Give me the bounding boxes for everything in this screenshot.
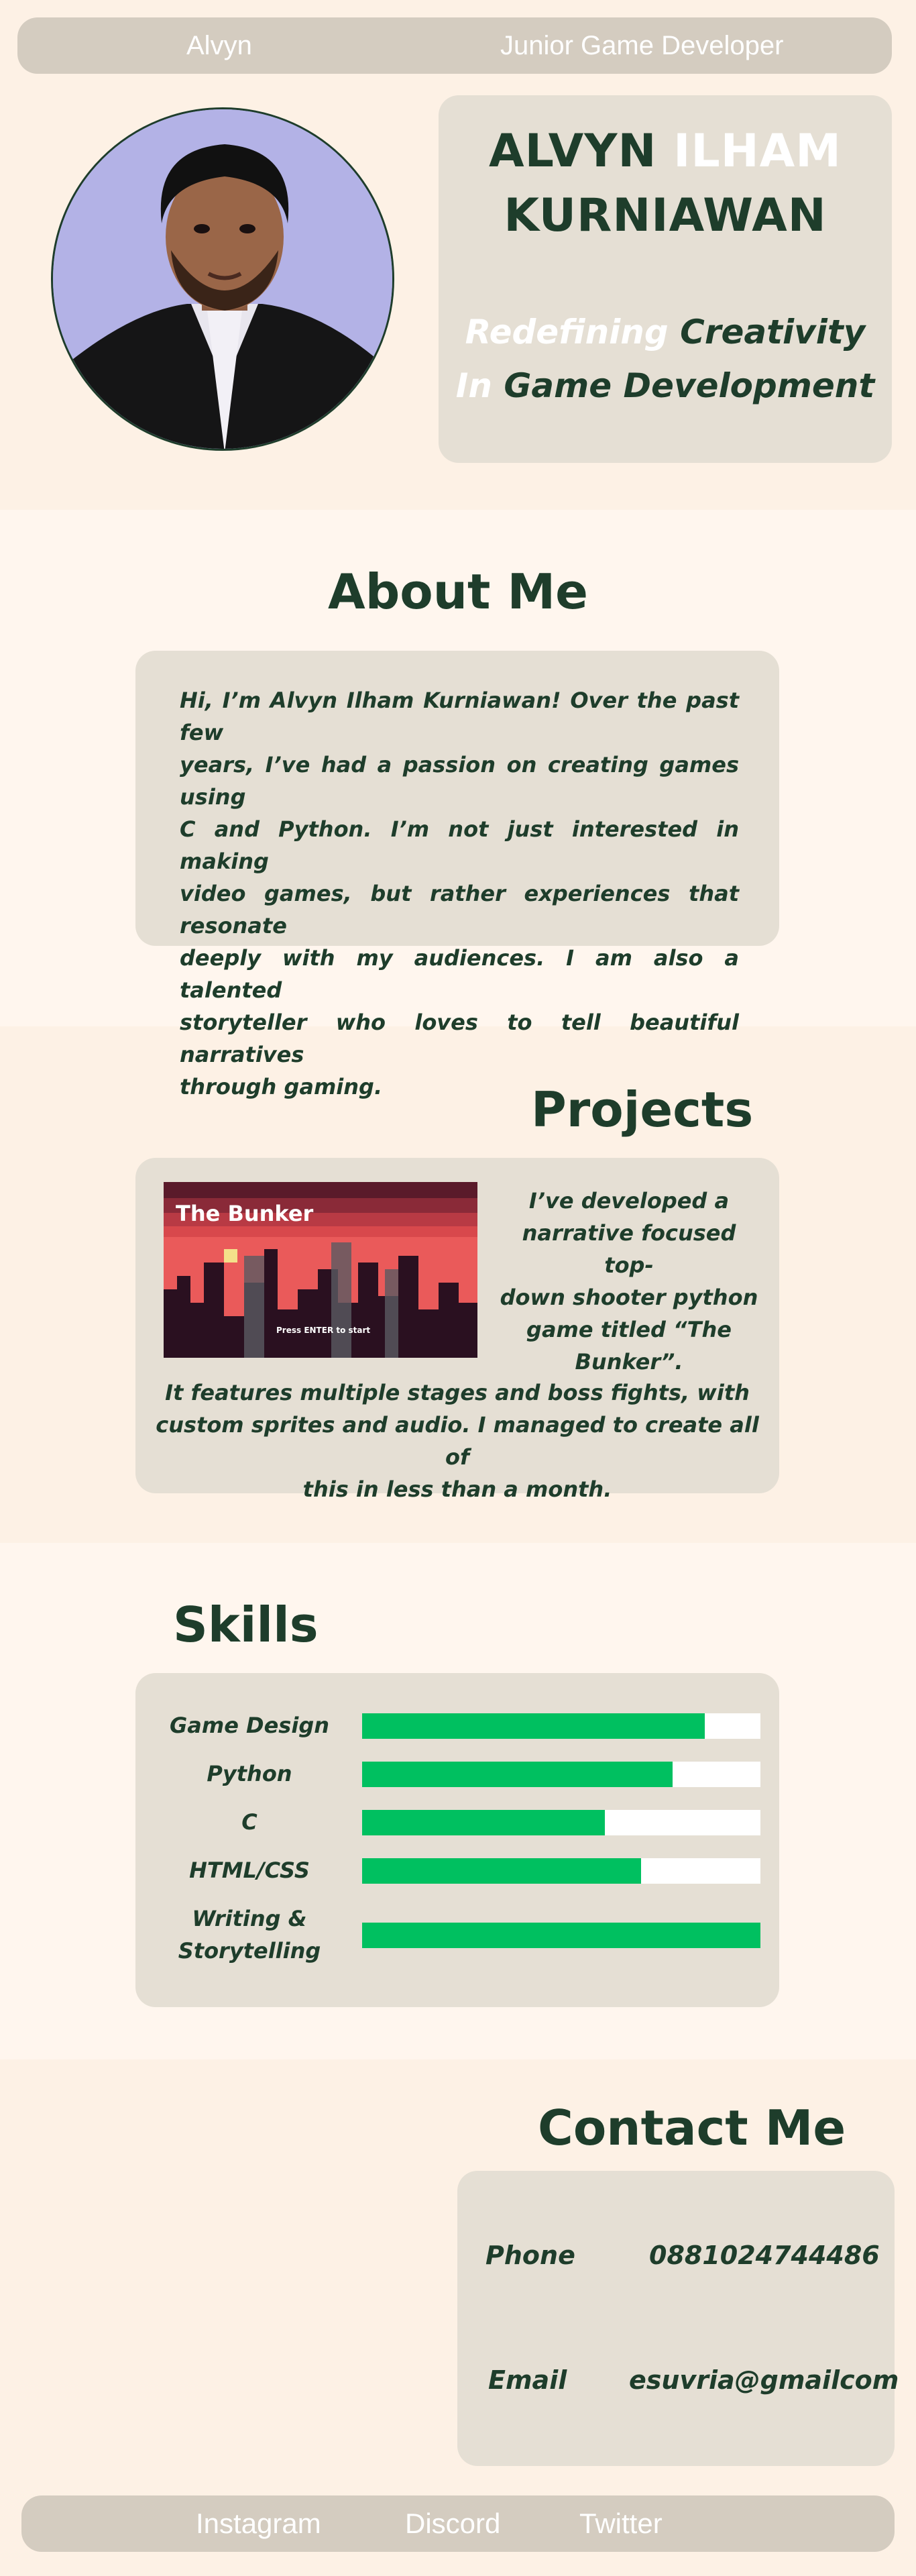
hero-tagline-line2: In Game Development bbox=[439, 366, 892, 405]
tagline-word1: Redefining bbox=[465, 313, 669, 352]
about-text: Hi, I’m Alvyn Ilham Kurniawan! Over the … bbox=[180, 684, 739, 1103]
nav-role-link[interactable]: Junior Game Developer bbox=[500, 17, 783, 74]
skills-card: Game Design Python C HTML/CSS Writing & … bbox=[135, 1673, 779, 2007]
email-value[interactable]: esuvria@gmailcom bbox=[629, 2365, 899, 2395]
portrait-photo-icon bbox=[53, 109, 392, 449]
skill-row: Game Design bbox=[135, 1709, 779, 1741]
phone-value[interactable]: 0881024744486 bbox=[649, 2241, 880, 2270]
skill-bar-fill bbox=[362, 1762, 673, 1787]
project-thumbnail[interactable]: The Bunker Press ENTER to start bbox=[164, 1182, 477, 1358]
skill-bar-fill bbox=[362, 1713, 705, 1739]
project-bottom-line: It features multiple stages and boss fig… bbox=[165, 1380, 750, 1405]
skill-bar-track bbox=[362, 1810, 760, 1835]
tagline-word4: Game Development bbox=[504, 366, 875, 405]
skill-bar-track bbox=[362, 1923, 760, 1948]
skill-bar-fill bbox=[362, 1810, 606, 1835]
skill-label-line2: Storytelling bbox=[178, 1938, 321, 1964]
hero-tagline-line1: Redefining Creativity bbox=[439, 313, 892, 352]
footer-discord-link[interactable]: Discord bbox=[405, 2496, 500, 2552]
tagline-word2: Creativity bbox=[680, 313, 866, 352]
about-line: years, I’ve had a passion on creating ga… bbox=[180, 752, 739, 810]
skill-bar-track bbox=[362, 1858, 760, 1884]
skill-bar-fill bbox=[362, 1858, 641, 1884]
about-line: Hi, I’m Alvyn Ilham Kurniawan! Over the … bbox=[180, 688, 739, 745]
footer-instagram-link[interactable]: Instagram bbox=[196, 2496, 321, 2552]
thumbnail-start-caption: Press ENTER to start bbox=[276, 1326, 371, 1335]
skill-label: Writing & bbox=[192, 1906, 307, 1931]
avatar bbox=[51, 107, 394, 451]
project-side-line: Bunker”. bbox=[575, 1349, 683, 1375]
about-line: video games, but rather experiences that… bbox=[180, 881, 739, 938]
skill-bar-track bbox=[362, 1713, 760, 1739]
about-title: About Me bbox=[328, 564, 588, 620]
skill-label: Python bbox=[207, 1761, 292, 1786]
project-bottom-text: It features multiple stages and boss fig… bbox=[149, 1377, 766, 1505]
hero-first-name: ALVYN bbox=[489, 125, 657, 178]
top-nav-bar: Alvyn Junior Game Developer bbox=[17, 17, 892, 74]
email-label: Email bbox=[488, 2365, 567, 2395]
footer-bar: Instagram Discord Twitter bbox=[21, 2496, 895, 2552]
footer-twitter-link[interactable]: Twitter bbox=[579, 2496, 663, 2552]
tagline-word3: In bbox=[455, 366, 492, 405]
project-side-text: I’ve developed a narrative focused top- … bbox=[499, 1185, 759, 1378]
skills-title: Skills bbox=[173, 1597, 319, 1653]
project-side-line: game titled “The bbox=[526, 1317, 732, 1342]
about-line: storyteller who loves to tell beautiful … bbox=[180, 1010, 739, 1067]
projects-title: Projects bbox=[531, 1081, 754, 1138]
phone-label: Phone bbox=[485, 2241, 575, 2270]
project-side-line: I’ve developed a bbox=[528, 1188, 730, 1214]
project-card: The Bunker Press ENTER to start I’ve dev… bbox=[135, 1158, 779, 1502]
about-card: Hi, I’m Alvyn Ilham Kurniawan! Over the … bbox=[135, 651, 779, 1099]
skill-label: Game Design bbox=[169, 1713, 329, 1738]
hero-card: ALVYN ILHAM KURNIAWAN Redefining Creativ… bbox=[439, 95, 892, 463]
hero-name-line1: ALVYN ILHAM bbox=[439, 125, 892, 178]
about-line: C and Python. I’m not just interested in… bbox=[180, 816, 739, 874]
skill-bar-track bbox=[362, 1762, 760, 1787]
skill-label: HTML/CSS bbox=[189, 1858, 310, 1883]
about-line: deeply with my audiences. I am also a ta… bbox=[180, 945, 739, 1003]
contact-card: Phone 0881024744486 Email esuvria@gmailc… bbox=[457, 2171, 899, 2466]
contact-title: Contact Me bbox=[538, 2100, 846, 2156]
thumbnail-game-title: The Bunker bbox=[176, 1201, 314, 1226]
project-side-line: narrative focused top- bbox=[522, 1220, 736, 1278]
project-side-line: down shooter python bbox=[500, 1285, 758, 1310]
skill-row: Python bbox=[135, 1758, 779, 1790]
project-bottom-line: this in less than a month. bbox=[302, 1477, 612, 1502]
hero-middle-name: ILHAM bbox=[673, 125, 842, 178]
skill-label: C bbox=[241, 1809, 257, 1835]
skill-bar-fill bbox=[362, 1923, 760, 1948]
skill-row: Writing & Storytelling bbox=[135, 1902, 779, 1967]
project-bottom-line: custom sprites and audio. I managed to c… bbox=[156, 1412, 759, 1470]
skill-row: HTML/CSS bbox=[135, 1854, 779, 1886]
nav-home-link[interactable]: Alvyn bbox=[186, 17, 252, 74]
skill-row: C bbox=[135, 1806, 779, 1838]
hero-last-name: KURNIAWAN bbox=[504, 189, 827, 242]
